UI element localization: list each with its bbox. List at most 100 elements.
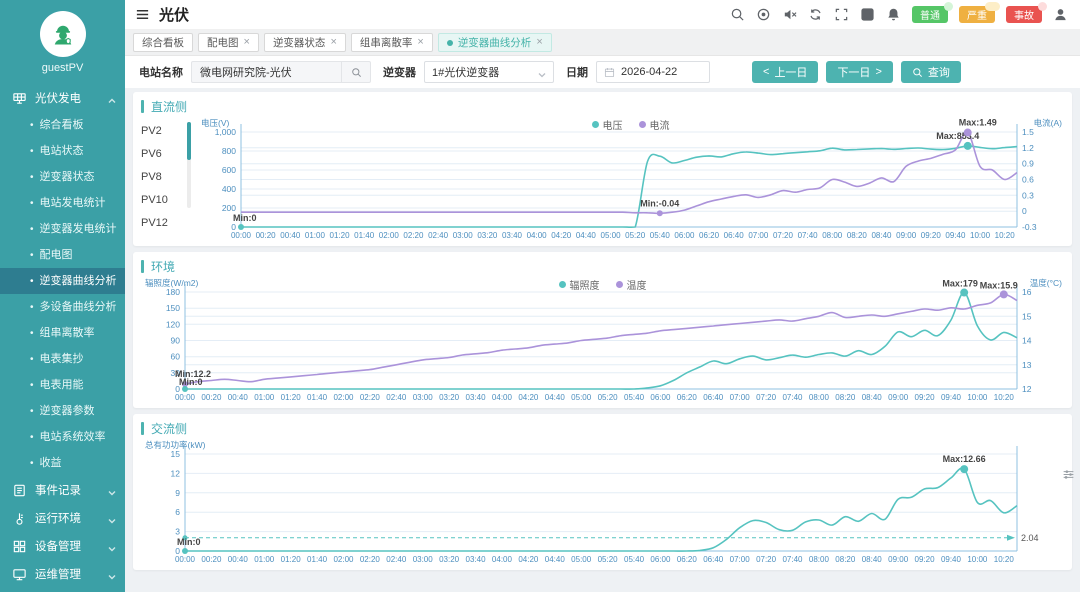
user-icon[interactable] (1053, 7, 1068, 22)
sidebar-item-多设备曲线分析[interactable]: •多设备曲线分析 (0, 294, 125, 320)
date-input[interactable]: 2026-04-22 (596, 61, 710, 83)
pv-scrollbar-thumb[interactable] (187, 122, 191, 160)
avatar[interactable] (40, 11, 86, 57)
ac-chart[interactable]: 03691215总有功功率(kW)00:0000:2000:4001:0001:… (141, 438, 1063, 568)
translate-icon[interactable]: A (860, 7, 875, 22)
sidebar-item-电站发电统计[interactable]: •电站发电统计 (0, 190, 125, 216)
legend-dot (639, 121, 646, 128)
inverter-select[interactable]: 1#光伏逆变器 (424, 61, 554, 83)
dc-chart[interactable]: 02004006008001,000-0.300.30.60.91.21.5电压… (197, 116, 1063, 244)
ac-panel: 交流侧 03691215总有功功率(kW)00:0000:2000:4001:0… (133, 414, 1072, 570)
target-icon[interactable] (756, 7, 771, 22)
legend-item-温度[interactable]: 温度 (616, 277, 647, 292)
pv-list-item-PV12[interactable]: PV12 (141, 212, 187, 235)
svg-text:00:40: 00:40 (228, 393, 249, 402)
sidebar-item-电表用能[interactable]: •电表用能 (0, 372, 125, 398)
bell-icon[interactable] (886, 7, 901, 22)
svg-text:200: 200 (222, 203, 236, 213)
sidebar-section-运行环境[interactable]: 运行环境 (0, 504, 125, 532)
next-day-button[interactable]: 下一日 > (826, 61, 892, 83)
sidebar-item-label: 逆变器发电统计 (40, 223, 117, 235)
sidebar-item-逆变器曲线分析[interactable]: •逆变器曲线分析 (0, 268, 125, 294)
close-icon[interactable]: × (244, 37, 250, 48)
search-icon[interactable] (730, 7, 745, 22)
svg-text:60: 60 (171, 352, 181, 362)
station-input[interactable]: 微电网研究院-光伏 (191, 61, 341, 83)
ac-panel-header: 交流侧 (141, 418, 1064, 438)
close-icon[interactable]: × (536, 37, 542, 48)
pv-list-item-PV10[interactable]: PV10 (141, 189, 187, 212)
env-chart[interactable]: 03060901201501801213141516辐照度(W/m2)温度(°C… (141, 276, 1063, 406)
svg-text:03:00: 03:00 (413, 393, 434, 402)
ac-panel-body: 03691215总有功功率(kW)00:0000:2000:4001:0001:… (141, 438, 1064, 568)
svg-text:120: 120 (166, 319, 180, 329)
hamburger-icon[interactable] (135, 7, 150, 22)
svg-text:06:20: 06:20 (677, 393, 698, 402)
pv-list-item-PV6[interactable]: PV6 (141, 143, 187, 166)
sidebar-item-电站状态[interactable]: •电站状态 (0, 138, 125, 164)
sidebar-item-综合看板[interactable]: •综合看板 (0, 112, 125, 138)
bullet: • (30, 380, 34, 391)
sidebar-section-事件记录[interactable]: 事件记录 (0, 476, 125, 504)
query-button[interactable]: 查询 (901, 61, 961, 83)
svg-text:Max:853.4: Max:853.4 (936, 131, 979, 141)
alarm-label: 严重 (967, 11, 987, 22)
legend-item-辐照度[interactable]: 辐照度 (559, 277, 600, 292)
panel-accent-bar (141, 422, 144, 435)
svg-text:9: 9 (175, 488, 180, 498)
topbar-icons: A 普通 严重 事故 (730, 6, 1068, 23)
pv-list: PV2PV6PV8PV10PV12 (141, 116, 187, 244)
sidebar-section-运维管理[interactable]: 运维管理 (0, 560, 125, 588)
chart-settings-icon[interactable] (1062, 468, 1075, 481)
station-search-icon[interactable] (341, 61, 371, 83)
tab-综合看板[interactable]: 综合看板 (133, 33, 193, 52)
tab-配电图[interactable]: 配电图 × (198, 33, 259, 52)
alarm-count-badge (944, 2, 953, 11)
mute-icon[interactable] (782, 7, 797, 22)
date-label: 日期 (566, 64, 588, 80)
alarm-button-事故[interactable]: 事故 (1006, 6, 1042, 23)
svg-text:600: 600 (222, 165, 236, 175)
tab-label: 配电图 (207, 35, 239, 50)
tab-bar: 综合看板配电图×逆变器状态×组串离散率×逆变器曲线分析× (125, 30, 1080, 56)
alarm-button-严重[interactable]: 严重 (959, 6, 995, 23)
close-icon[interactable]: × (417, 37, 423, 48)
pv-scrollbar[interactable] (187, 122, 191, 208)
sidebar-item-电站系统效率[interactable]: •电站系统效率 (0, 424, 125, 450)
sidebar-item-逆变器状态[interactable]: •逆变器状态 (0, 164, 125, 190)
pv-list-item-PV8[interactable]: PV8 (141, 166, 187, 189)
fullscreen-icon[interactable] (834, 7, 849, 22)
sidebar-item-组串离散率[interactable]: •组串离散率 (0, 320, 125, 346)
svg-text:03:00: 03:00 (453, 231, 474, 240)
sidebar-section-label: 事件记录 (35, 482, 81, 498)
chevron-down-icon (108, 571, 116, 577)
close-icon[interactable]: × (330, 37, 336, 48)
legend-item-电压[interactable]: 电压 (592, 117, 623, 132)
svg-text:01:40: 01:40 (354, 231, 375, 240)
sidebar-item-配电图[interactable]: •配电图 (0, 242, 125, 268)
bullet: • (30, 224, 34, 235)
refresh-icon[interactable] (808, 7, 823, 22)
next-arrow: > (875, 66, 881, 78)
sidebar-item-逆变器发电统计[interactable]: • 逆变器发电统计 (0, 216, 125, 242)
legend-dot (592, 121, 599, 128)
sidebar-section-光伏发电[interactable]: 光伏发电 (0, 84, 125, 112)
prev-day-button[interactable]: < 上一日 (752, 61, 818, 83)
svg-text:08:40: 08:40 (862, 393, 883, 402)
env-panel-header: 环境 (141, 256, 1064, 276)
sidebar-item-收益[interactable]: •收益 (0, 450, 125, 476)
svg-text:09:20: 09:20 (915, 393, 936, 402)
sidebar-item-电表集抄[interactable]: •电表集抄 (0, 346, 125, 372)
tab-逆变器曲线分析[interactable]: 逆变器曲线分析× (438, 33, 552, 52)
sidebar-section-设备管理[interactable]: 设备管理 (0, 532, 125, 560)
svg-text:02:00: 02:00 (379, 231, 400, 240)
pv-list-item-PV2[interactable]: PV2 (141, 120, 187, 143)
tab-逆变器状态[interactable]: 逆变器状态× (264, 33, 346, 52)
sidebar-item-label: 电站系统效率 (40, 431, 106, 443)
svg-text:00:00: 00:00 (175, 555, 196, 564)
legend-item-电流[interactable]: 电流 (639, 117, 670, 132)
sidebar-item-逆变器参数[interactable]: •逆变器参数 (0, 398, 125, 424)
tab-组串离散率[interactable]: 组串离散率× (351, 33, 433, 52)
bullet: • (30, 146, 34, 157)
alarm-button-普通[interactable]: 普通 (912, 6, 948, 23)
